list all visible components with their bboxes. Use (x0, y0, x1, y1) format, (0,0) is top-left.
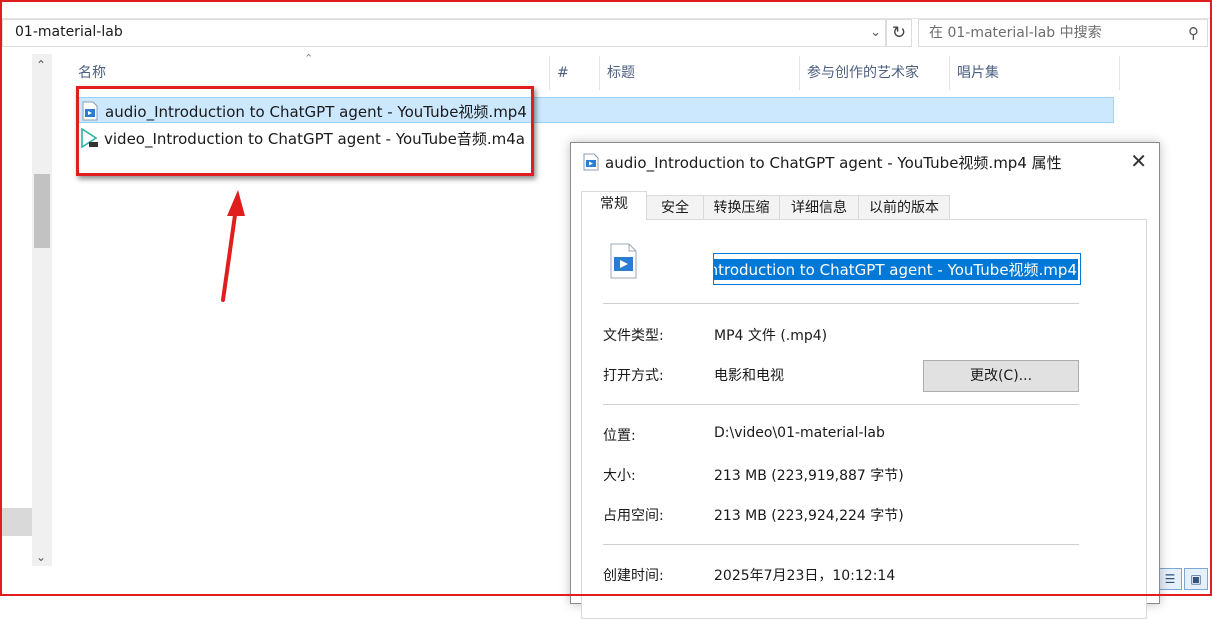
close-icon[interactable]: ✕ (1130, 149, 1147, 173)
annotation-highlight-box (76, 86, 534, 176)
details-view-icon[interactable]: ☰ (1158, 568, 1182, 590)
video-file-icon (610, 243, 637, 279)
view-toggle[interactable]: ☰ ▣ (1156, 568, 1208, 590)
nav-pane-selected-item[interactable] (2, 508, 32, 536)
chevron-down-icon[interactable]: ⌄ (870, 25, 881, 40)
open-with-value: 电影和电视 (714, 368, 784, 384)
open-with-label: 打开方式: (603, 368, 664, 384)
column-header-album[interactable]: 唱片集 (957, 56, 999, 90)
address-bar[interactable]: 01-material-lab ⌄ (2, 19, 886, 47)
filename-input[interactable]: ntroduction to ChatGPT agent - YouTube视频… (713, 253, 1081, 285)
location-value: D:\video\01-material-lab (714, 425, 885, 441)
search-icon[interactable]: ⚲ (1188, 24, 1199, 42)
search-input[interactable] (927, 24, 1181, 42)
tab-security[interactable]: 安全 (646, 195, 704, 219)
location-label: 位置: (603, 428, 636, 444)
vertical-scrollbar[interactable]: ⌃ ⌄ (32, 54, 52, 566)
window-top-strip (0, 0, 1212, 19)
tab-previous-versions[interactable]: 以前的版本 (858, 195, 950, 219)
size-label: 大小: (603, 468, 636, 484)
annotation-arrow (221, 190, 245, 302)
file-type-label: 文件类型: (603, 328, 664, 344)
tab-general[interactable]: 常规 (581, 191, 647, 220)
refresh-icon[interactable]: ↻ (886, 19, 912, 47)
dialog-title-bar[interactable]: audio_Introduction to ChatGPT agent - Yo… (571, 143, 1159, 181)
search-box[interactable]: ⚲ (918, 19, 1208, 47)
created-label: 创建时间: (603, 568, 664, 584)
file-type-value: MP4 文件 (.mp4) (714, 328, 828, 344)
column-header-number[interactable]: # (557, 56, 569, 90)
change-button[interactable]: 更改(C)... (923, 360, 1079, 392)
created-value: 2025年7月23日，10:12:14 (714, 568, 896, 584)
video-file-icon (583, 153, 599, 171)
size-on-disk-label: 占用空间: (603, 508, 664, 524)
scroll-down-icon[interactable]: ⌄ (36, 550, 46, 564)
tab-convert-compress[interactable]: 转换压缩 (703, 195, 780, 219)
address-path[interactable]: 01-material-lab (15, 24, 123, 40)
properties-dialog[interactable]: audio_Introduction to ChatGPT agent - Yo… (570, 142, 1160, 619)
filename-selected-text[interactable]: ntroduction to ChatGPT agent - YouTube视频… (714, 259, 1078, 280)
sort-ascending-icon: ⌃ (304, 52, 314, 65)
column-header-artists[interactable]: 参与创作的艺术家 (807, 56, 919, 90)
large-icons-view-icon[interactable]: ▣ (1184, 568, 1208, 590)
column-header-name[interactable]: 名称 (78, 56, 106, 90)
scrollbar-thumb[interactable] (34, 174, 50, 248)
column-header-title[interactable]: 标题 (607, 56, 635, 90)
size-value: 213 MB (223,919,887 字节) (714, 468, 904, 484)
dialog-title: audio_Introduction to ChatGPT agent - Yo… (605, 154, 1062, 172)
scroll-up-icon[interactable]: ⌃ (36, 58, 46, 72)
size-on-disk-value: 213 MB (223,924,224 字节) (714, 508, 904, 524)
tab-details[interactable]: 详细信息 (779, 195, 859, 219)
